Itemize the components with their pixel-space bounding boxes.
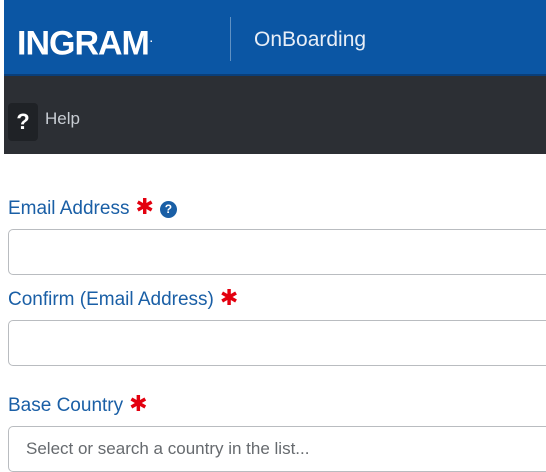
required-asterisk-icon: ✱	[219, 285, 239, 310]
sub-toolbar: ? Help	[4, 76, 546, 154]
confirm-email-label: Confirm (Email Address) ✱	[8, 286, 238, 312]
help-link[interactable]: Help	[45, 108, 80, 130]
app-title: OnBoarding	[254, 28, 367, 51]
required-asterisk-icon: ✱	[129, 391, 148, 416]
top-header: INGRAM. OnBoarding	[4, 0, 546, 76]
email-field[interactable]	[8, 229, 546, 275]
logo-mark: .	[149, 34, 153, 45]
base-country-label-text: Base Country	[8, 395, 124, 416]
confirm-email-field[interactable]	[8, 320, 546, 366]
help-icon[interactable]: ?	[8, 103, 38, 141]
base-country-select[interactable]	[8, 426, 546, 472]
logo-text: INGRAM	[17, 24, 150, 63]
required-asterisk-icon: ✱	[135, 194, 154, 219]
email-label-text: Email Address	[8, 198, 130, 219]
info-icon[interactable]: ?	[159, 201, 177, 218]
header-divider	[230, 17, 231, 61]
confirm-email-label-text: Confirm (Email Address)	[8, 289, 214, 310]
ingram-logo[interactable]: INGRAM.	[17, 21, 153, 63]
email-label: Email Address ✱?	[8, 195, 177, 221]
base-country-label: Base Country ✱	[8, 392, 148, 418]
